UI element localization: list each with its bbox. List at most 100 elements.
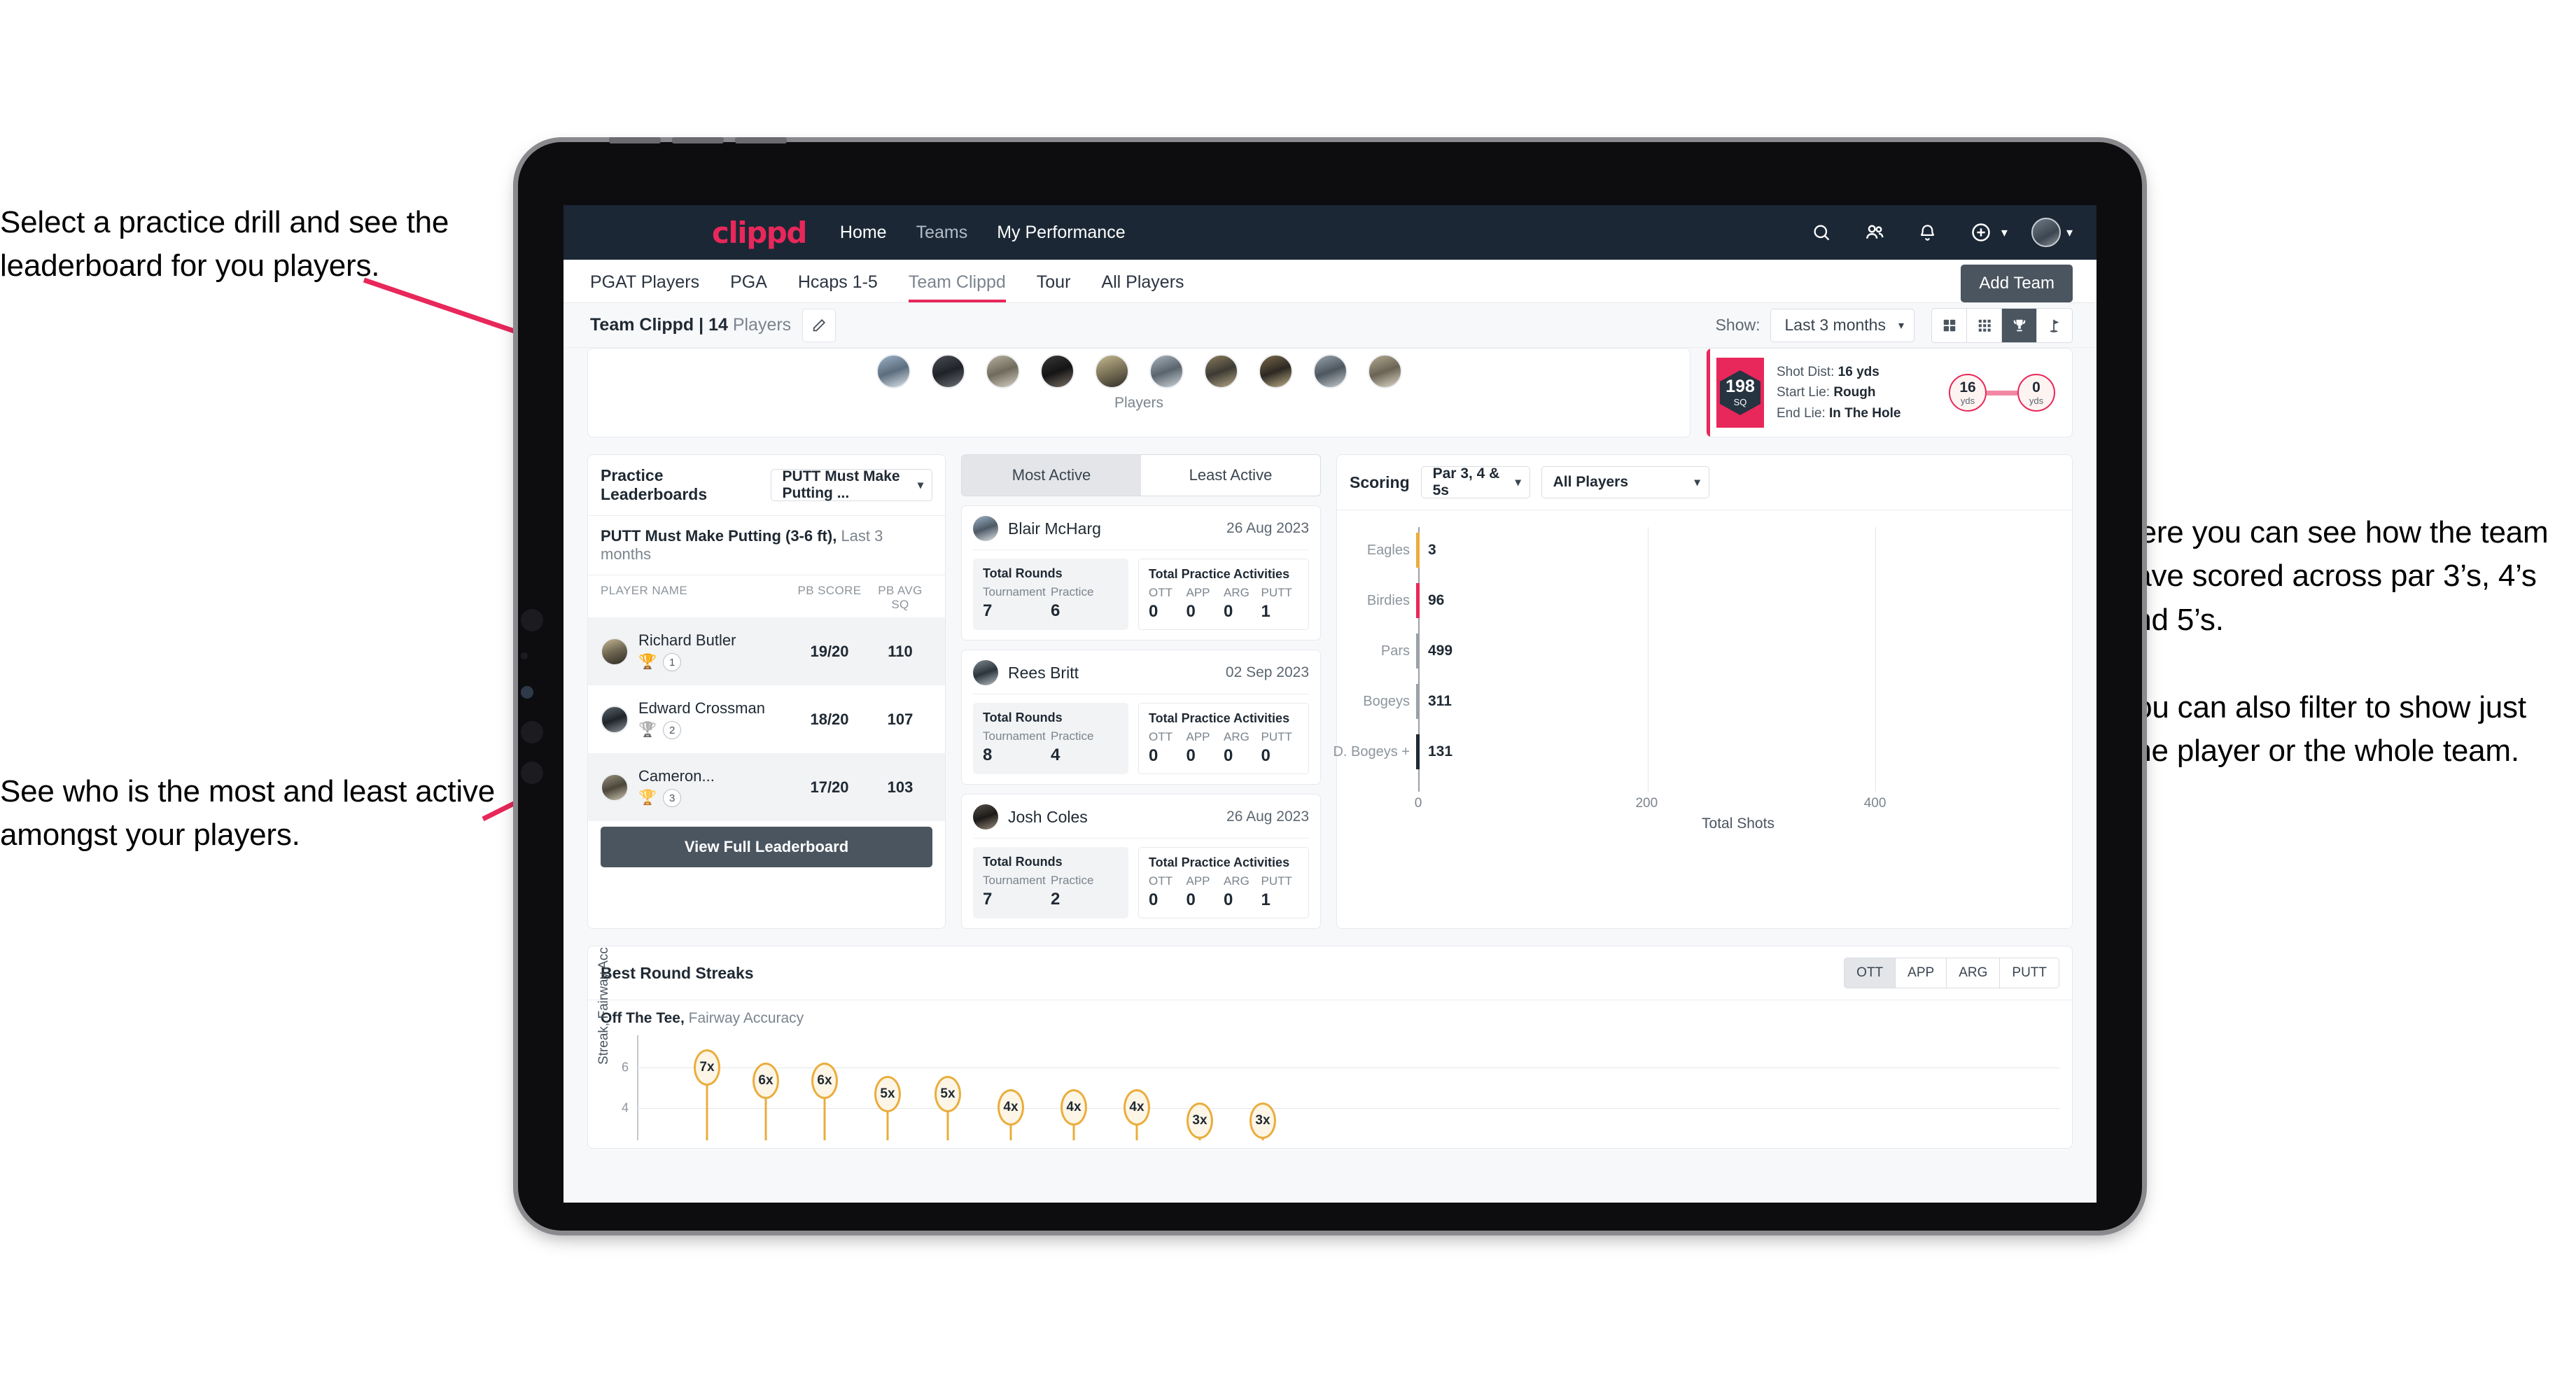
avatar[interactable] xyxy=(985,354,1020,388)
drill-select[interactable]: PUTT Must Make Putting ... ▾ xyxy=(770,468,932,501)
pencil-icon[interactable] xyxy=(802,308,836,342)
device-side-dot-3 xyxy=(521,721,543,743)
view-full-leaderboard-button[interactable]: View Full Leaderboard xyxy=(601,827,932,867)
streak-value: 3x xyxy=(1250,1102,1276,1139)
practice-leaderboard-header: Practice Leaderboards PUTT Must Make Put… xyxy=(588,455,945,516)
app-label: APP xyxy=(1186,874,1210,888)
tab-tour[interactable]: Tour xyxy=(1037,272,1071,302)
plus-circle-icon[interactable] xyxy=(1966,218,1996,247)
tab-hcaps-1-5[interactable]: Hcaps 1-5 xyxy=(798,272,878,302)
shot-dist-value: 16 yds xyxy=(1837,364,1879,379)
avatar[interactable] xyxy=(1040,354,1074,388)
clippd-logo[interactable]: clippd xyxy=(712,216,807,250)
avatar[interactable] xyxy=(1203,354,1238,388)
tab-least-active[interactable]: Least Active xyxy=(1141,455,1320,496)
bell-icon[interactable] xyxy=(1913,218,1942,247)
putt-value: 0 xyxy=(1261,746,1270,765)
par-filter-value: Par 3, 4 & 5s xyxy=(1432,465,1500,498)
rank-badge: 1 xyxy=(663,653,682,671)
list-item[interactable]: Josh Coles 26 Aug 2023 Total Rounds Tour… xyxy=(961,794,1321,929)
player-avatar-row xyxy=(588,349,1690,388)
grid-3x3-icon[interactable] xyxy=(1967,308,2002,342)
nav-item-home[interactable]: Home xyxy=(840,223,887,243)
people-icon[interactable] xyxy=(1860,218,1889,247)
table-row[interactable]: Cameron... 🏆 3 17/20 103 xyxy=(588,753,945,821)
shot-detail-lines: Shot Dist: 16 yds Start Lie: Rough End L… xyxy=(1777,362,1900,424)
bar-value-pars: 499 xyxy=(1428,643,1453,659)
trophy-icon[interactable] xyxy=(2002,308,2037,342)
device-side-dot-4 xyxy=(521,762,543,784)
date-range-select[interactable]: Last 3 months ▾ xyxy=(1770,308,1914,342)
arg-label: ARG xyxy=(1224,730,1250,743)
table-row[interactable]: Edward Crossman 🏆 2 18/20 107 xyxy=(588,685,945,753)
nav-item-teams[interactable]: Teams xyxy=(916,223,968,243)
nav-item-my-performance[interactable]: My Performance xyxy=(997,223,1125,243)
tab-most-active[interactable]: Most Active xyxy=(962,455,1141,496)
plus-chevron-down-icon[interactable]: ▾ xyxy=(2001,225,2008,240)
tab-arg[interactable]: ARG xyxy=(1947,958,2001,988)
arg-label: ARG xyxy=(1224,586,1250,599)
search-icon[interactable] xyxy=(1807,218,1836,247)
avatar[interactable] xyxy=(1258,354,1293,388)
players-card: Players xyxy=(587,348,1690,438)
avatar xyxy=(973,660,998,685)
avatar[interactable] xyxy=(1367,354,1402,388)
streaks-tab-group: OTT APP ARG PUTT xyxy=(1844,958,2059,988)
putt-label: PUTT xyxy=(1261,874,1292,888)
practice-leaderboard-card: Practice Leaderboards PUTT Must Make Put… xyxy=(587,454,946,929)
trophy-silver-icon: 🏆 xyxy=(638,722,657,738)
shot-score-unit: SQ xyxy=(1733,397,1747,407)
practice-value: 6 xyxy=(1051,601,1060,620)
end-lie-label: End Lie: xyxy=(1777,405,1826,421)
device-top-button-3 xyxy=(735,137,787,144)
tab-app[interactable]: APP xyxy=(1896,958,1947,988)
avatar[interactable] xyxy=(1312,354,1348,388)
scoring-title: Scoring xyxy=(1350,472,1410,491)
tab-pgat-players[interactable]: PGAT Players xyxy=(590,272,699,302)
tab-team-clippd[interactable]: Team Clippd xyxy=(908,272,1006,302)
players-label: Players xyxy=(1114,395,1164,411)
end-lie-value: In The Hole xyxy=(1829,405,1901,421)
player-name: Rees Britt xyxy=(1008,663,1079,682)
streaks-y-axis xyxy=(637,1035,638,1140)
tournament-label: Tournament xyxy=(983,729,1046,743)
avatar-chevron-down-icon[interactable]: ▾ xyxy=(2066,225,2073,240)
shot-accent-bar xyxy=(1707,349,1710,437)
avatar[interactable] xyxy=(876,354,911,388)
list-item[interactable]: Rees Britt 02 Sep 2023 Total Rounds Tour… xyxy=(961,650,1321,785)
category-label-bogeys: Bogeys xyxy=(1363,693,1410,709)
avatar[interactable] xyxy=(930,354,965,388)
list-item[interactable]: Blair McHarg 26 Aug 2023 Total Rounds To… xyxy=(961,505,1321,640)
app-value: 0 xyxy=(1186,746,1196,765)
annotation-most-least-active: See who is the most and least active amo… xyxy=(0,774,495,853)
team-toolbar: Team Clippd | 14 Players Show: Last 3 mo… xyxy=(564,303,2096,348)
avatar[interactable] xyxy=(2031,218,2061,247)
add-team-button[interactable]: Add Team xyxy=(1961,265,2073,302)
bar-value-eagles: 3 xyxy=(1428,542,1436,558)
ott-value: 0 xyxy=(1149,746,1158,765)
flag-icon[interactable] xyxy=(2037,309,2072,342)
tab-ott[interactable]: OTT xyxy=(1844,958,1896,988)
total-practice-activities-box: Total Practice Activities OTT 0 APP 0 ARG 0… xyxy=(1138,703,1309,774)
bar-value-double-bogeys: 131 xyxy=(1428,743,1453,760)
tab-pga[interactable]: PGA xyxy=(730,272,767,302)
total-practice-title: Total Practice Activities xyxy=(1149,711,1290,725)
player-name: Josh Coles xyxy=(1008,807,1088,826)
drill-name: PUTT Must Make Putting (3-6 ft), xyxy=(601,527,837,545)
category-label-eagles: Eagles xyxy=(1366,542,1410,558)
streaks-header: Best Round Streaks OTT APP ARG PUTT xyxy=(588,946,2072,1000)
rank-badge: 2 xyxy=(663,721,682,739)
practice-label: Practice xyxy=(1051,729,1094,743)
table-row[interactable]: Richard Butler 🏆 1 19/20 110 xyxy=(588,617,945,685)
avatar[interactable] xyxy=(1094,354,1129,388)
shot-distance-from: 16 yds xyxy=(1949,374,1987,412)
ott-label: OTT xyxy=(1149,730,1172,743)
avatar[interactable] xyxy=(1149,354,1184,388)
tab-putt[interactable]: PUTT xyxy=(2000,958,2059,988)
y-tick-4: 4 xyxy=(622,1100,629,1115)
par-filter-select[interactable]: Par 3, 4 & 5s ▾ xyxy=(1420,465,1530,498)
grid-2x2-icon[interactable] xyxy=(1932,308,1967,342)
player-filter-select[interactable]: All Players ▾ xyxy=(1541,466,1709,498)
tab-all-players[interactable]: All Players xyxy=(1101,272,1184,302)
trophy-bronze-icon: 🏆 xyxy=(638,790,657,806)
